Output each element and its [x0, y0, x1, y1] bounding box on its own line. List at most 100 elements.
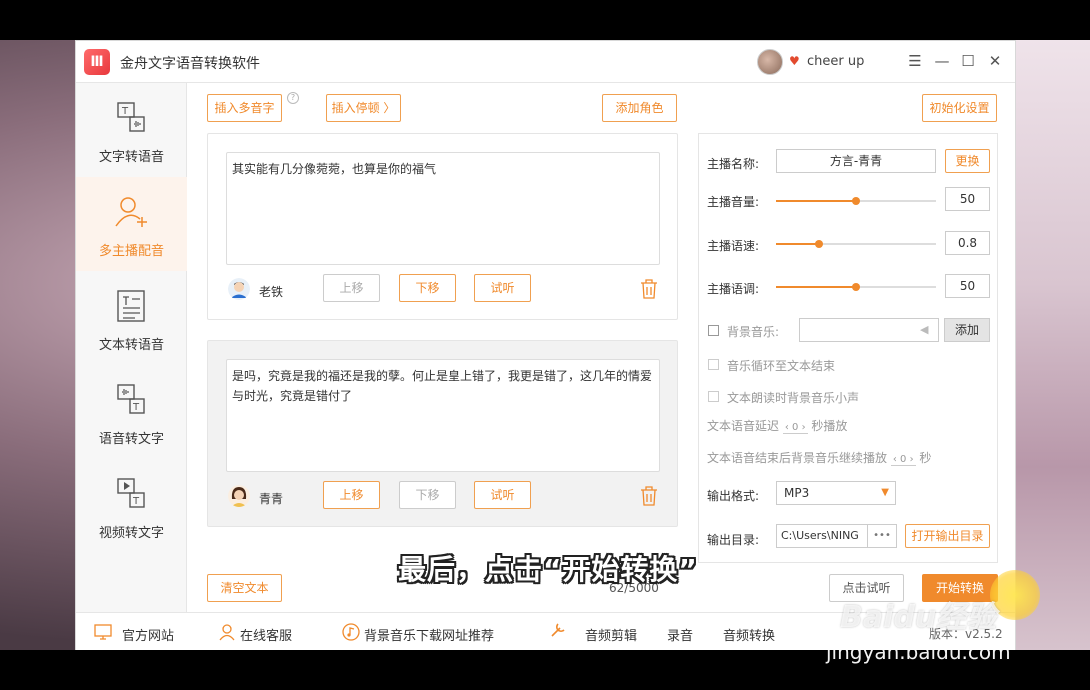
sidebar-item-label: 语音转文字: [98, 432, 164, 447]
volume-slider-fill: [776, 200, 856, 202]
official-website-link[interactable]: 官方网站: [122, 625, 174, 644]
vip-diamond-icon: ♥: [789, 54, 800, 68]
bg-music-add-button[interactable]: 添加: [944, 318, 990, 342]
open-output-dir-button[interactable]: 打开输出目录: [905, 524, 990, 548]
role-name[interactable]: 老铁: [259, 283, 283, 300]
pitch-slider-knob[interactable]: [852, 283, 860, 291]
speaker-icon: ◀: [920, 323, 929, 336]
delay-stepper[interactable]: ‹ 0 ›: [782, 422, 808, 434]
reset-settings-button[interactable]: 初始化设置: [922, 94, 997, 122]
role-name[interactable]: 青青: [259, 490, 283, 507]
music-note-icon: [342, 623, 360, 641]
title-bar: Ⅲ 金舟文字语音转换软件 ♥ cheer up ☰ — ☐ ✕: [76, 41, 1015, 83]
online-support-link[interactable]: 在线客服: [240, 625, 292, 644]
dialogue-text-input[interactable]: 其实能有几分像菀菀，也算是你的福气: [226, 152, 660, 265]
browse-dir-button[interactable]: •••: [867, 524, 897, 548]
record-link[interactable]: 录音: [667, 625, 693, 644]
delay-value[interactable]: 0: [792, 422, 798, 433]
output-dir-field[interactable]: C:\Users\NING: [776, 524, 868, 548]
trash-icon[interactable]: [640, 279, 658, 299]
customer-service-icon: [219, 624, 235, 641]
svg-text:T: T: [132, 402, 140, 413]
volume-slider[interactable]: [776, 197, 936, 205]
svg-text:T: T: [132, 496, 140, 507]
audio-cut-link[interactable]: 音频剪辑: [585, 625, 637, 644]
move-up-button[interactable]: 上移: [323, 481, 380, 509]
menu-icon[interactable]: ☰: [905, 51, 925, 71]
sidebar-item-video-to-text[interactable]: T 视频转文字: [76, 459, 187, 553]
maximize-button[interactable]: ☐: [958, 51, 978, 71]
duck-label: 文本朗读时背景音乐小声: [727, 391, 860, 405]
preview-button[interactable]: 试听: [474, 481, 531, 509]
insert-pause-button[interactable]: 插入停顿 〉: [326, 94, 401, 122]
sidebar-item-text-to-speech[interactable]: T 文字转语音: [76, 83, 187, 177]
document-icon: [117, 290, 145, 322]
video-to-text-icon: T: [117, 478, 145, 508]
speed-slider-knob[interactable]: [815, 240, 823, 248]
sidebar-item-label: 文本转语音: [98, 338, 164, 353]
delay-row: 文本语音延迟 ‹ 0 › 秒播放: [707, 417, 847, 434]
sidebar: T 文字转语音 多主播配音 文本转语音 T 语音转文字 T 视频转文字: [76, 83, 187, 612]
text-to-speech-icon: T: [117, 102, 145, 132]
clear-text-button[interactable]: 清空文本: [207, 574, 282, 602]
add-role-button[interactable]: 添加角色: [602, 94, 677, 122]
dialogue-text-input[interactable]: 是吗，究竟是我的福还是我的孽。何止是皇上错了，我更是错了，这几年的情爱与时光，究…: [226, 359, 660, 472]
speed-slider-fill: [776, 243, 819, 245]
dialogue-card: 是吗，究竟是我的福还是我的孽。何止是皇上错了，我更是错了，这几年的情爱与时光，究…: [207, 340, 678, 527]
sidebar-item-multi-anchor[interactable]: 多主播配音: [76, 177, 187, 271]
close-button[interactable]: ✕: [985, 51, 1005, 71]
continue-suffix: 秒: [919, 451, 932, 465]
settings-panel: 主播名称: 方言-青青 更换 主播音量: 50 主播语速: 0.8 主播语调: …: [698, 133, 998, 563]
change-anchor-button[interactable]: 更换: [945, 149, 990, 173]
continue-prefix: 文本语音结束后背景音乐继续播放: [707, 451, 888, 465]
continue-value[interactable]: 0: [900, 454, 906, 465]
sidebar-item-label: 视频转文字: [98, 526, 164, 541]
bg-music-label: 背景音乐:: [727, 325, 780, 339]
baidu-watermark-logo: Baidu经验: [840, 600, 997, 635]
help-icon[interactable]: ?: [287, 92, 299, 104]
sidebar-item-label: 文字转语音: [98, 150, 164, 165]
male-avatar-icon[interactable]: [228, 278, 250, 300]
preview-button[interactable]: 试听: [474, 274, 531, 302]
user-avatar[interactable]: [757, 49, 783, 75]
username[interactable]: cheer up: [807, 54, 864, 69]
bg-music-field[interactable]: [799, 318, 939, 342]
duck-checkbox[interactable]: [708, 391, 719, 402]
pitch-slider[interactable]: [776, 283, 936, 291]
loop-label: 音乐循环至文本结束: [727, 359, 836, 373]
delay-suffix: 秒播放: [811, 419, 848, 433]
chevron-down-icon[interactable]: ▼: [881, 482, 889, 504]
watermark-text: jingyan.baidu.com: [826, 640, 1011, 664]
continue-stepper[interactable]: ‹ 0 ›: [890, 454, 916, 466]
user-add-icon: [115, 197, 147, 227]
anchor-name-field[interactable]: 方言-青青: [776, 149, 936, 173]
insert-polyphone-button[interactable]: 插入多音字: [207, 94, 282, 122]
sidebar-item-speech-to-text[interactable]: T 语音转文字: [76, 365, 187, 459]
dialogue-card: 其实能有几分像菀菀，也算是你的福气 老铁 上移 下移 试听: [207, 133, 678, 320]
bg-music-checkbox[interactable]: [708, 325, 719, 336]
music-download-link[interactable]: 背景音乐下载网址推荐: [364, 625, 494, 644]
cursor-highlight: [990, 570, 1040, 620]
loop-checkbox[interactable]: [708, 359, 719, 370]
speech-to-text-icon: T: [117, 384, 145, 414]
video-subtitle: 最后，点击“开始转换”: [398, 553, 698, 586]
audio-convert-link[interactable]: 音频转换: [723, 625, 775, 644]
female-avatar-icon[interactable]: [228, 485, 250, 507]
minimize-button[interactable]: —: [932, 51, 952, 71]
svg-text:T: T: [121, 106, 129, 117]
app-logo-icon: Ⅲ: [84, 49, 110, 75]
volume-label: 主播音量:: [707, 195, 760, 209]
pitch-label: 主播语调:: [707, 282, 760, 296]
move-up-button[interactable]: 上移: [323, 274, 380, 302]
trash-icon[interactable]: [640, 486, 658, 506]
format-select[interactable]: MP3 ▼: [776, 481, 896, 505]
speed-input[interactable]: 0.8: [945, 231, 990, 255]
move-down-button[interactable]: 下移: [399, 481, 456, 509]
move-down-button[interactable]: 下移: [399, 274, 456, 302]
volume-input[interactable]: 50: [945, 187, 990, 211]
sidebar-item-doc-to-speech[interactable]: 文本转语音: [76, 271, 187, 365]
speed-slider[interactable]: [776, 240, 936, 248]
volume-slider-knob[interactable]: [852, 197, 860, 205]
app-title: 金舟文字语音转换软件: [120, 56, 260, 72]
pitch-input[interactable]: 50: [945, 274, 990, 298]
